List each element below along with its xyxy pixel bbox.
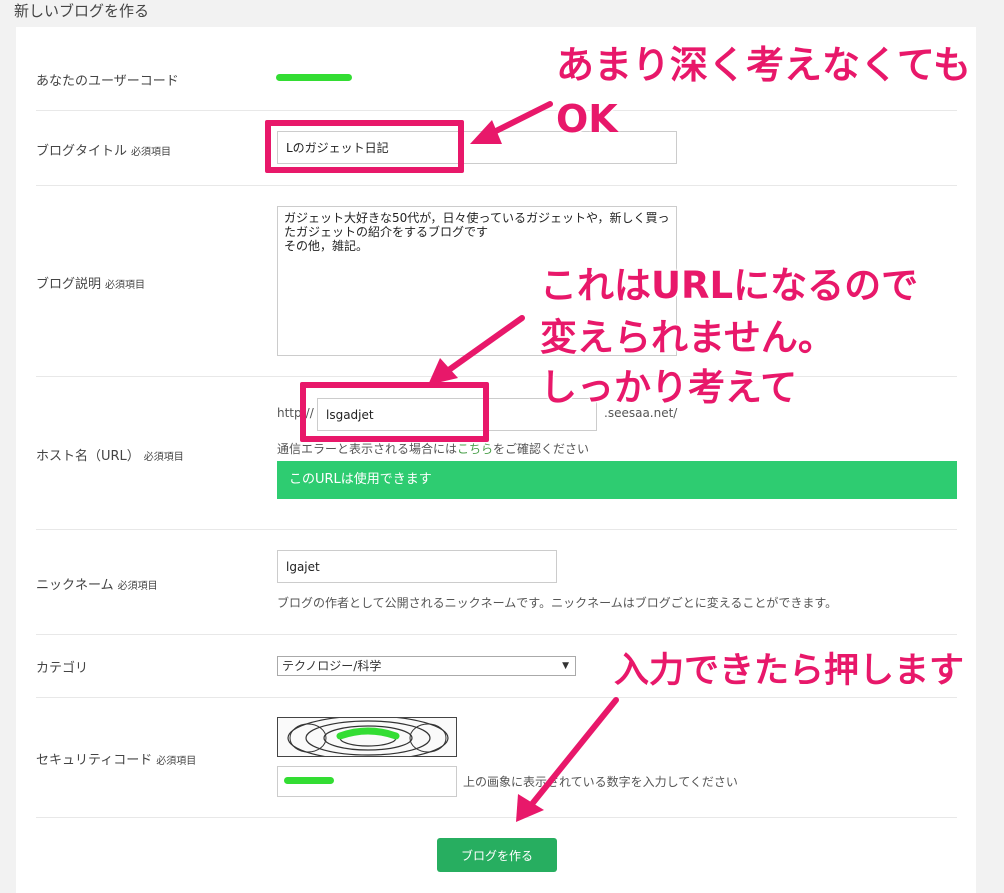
- annotation-title-note-2: OK: [556, 97, 618, 141]
- annotation-submit-note: 入力できたら押します: [614, 651, 965, 691]
- annotation-arrows: [428, 101, 619, 822]
- annotation-url-note-3: しっかり考えて: [540, 366, 798, 409]
- annotation-url-note-2: 変えられません。: [540, 316, 835, 359]
- annotation-title-note-1: あまり深く考えなくても: [556, 43, 971, 87]
- annotation-url-note-1: これはURLになるので: [540, 264, 919, 307]
